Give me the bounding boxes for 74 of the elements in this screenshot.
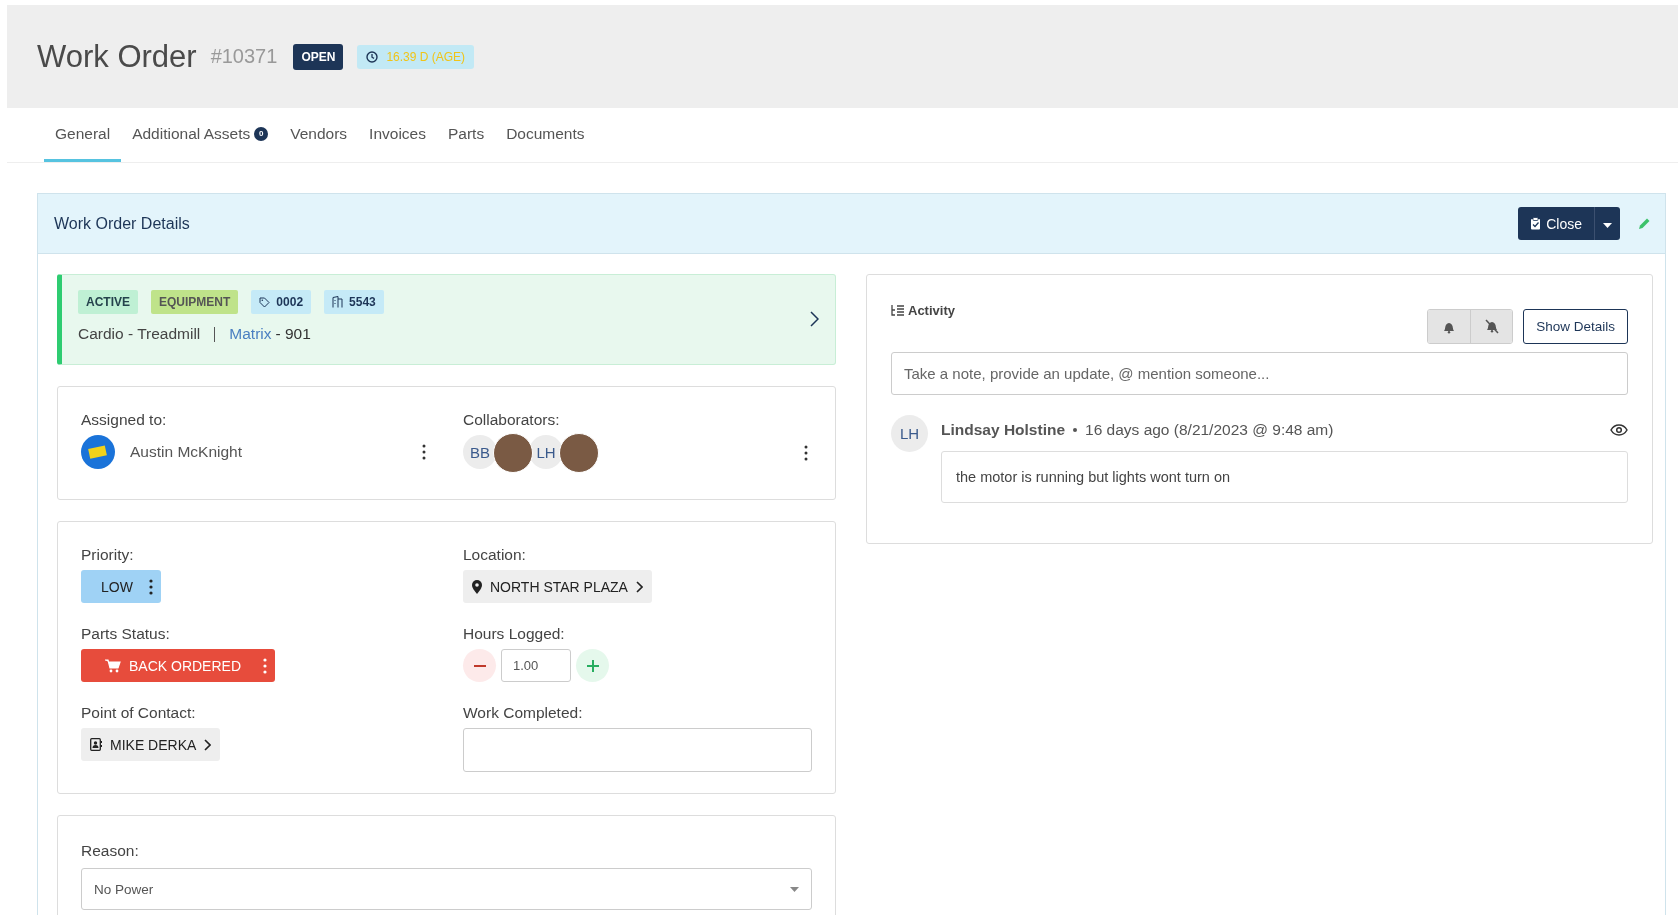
tab[interactable]: Invoices (358, 108, 437, 162)
contact-button[interactable]: MIKE DERKA (81, 728, 221, 761)
more-options-icon (263, 657, 268, 674)
contact-card-icon (90, 738, 102, 751)
chevron-right-icon (635, 580, 643, 593)
location-button[interactable]: NORTH STAR PLAZA (463, 570, 652, 603)
field-label: Assigned to: (81, 411, 168, 429)
panel-title: Work Order Details (54, 214, 191, 233)
tab[interactable]: Documents (495, 108, 596, 162)
field-label: Priority: (81, 546, 135, 564)
collaborator-avatar: LH (529, 435, 563, 469)
asset-tag: 0002 (251, 290, 312, 314)
asset-model: - 901 (275, 325, 311, 343)
increment-button[interactable] (576, 649, 609, 682)
building-icon (332, 296, 344, 308)
timestamp: 16 days ago (8/21/2023 @ 9:48 am) (1085, 421, 1335, 439)
parts-status-button[interactable]: BACK ORDERED (81, 649, 276, 682)
field-label: Reason: (81, 842, 140, 860)
age-badge: 16.39 D (AGE) (357, 44, 475, 69)
bell-off-icon[interactable] (1470, 310, 1513, 343)
field-label: Work Completed: (463, 704, 584, 722)
tab[interactable]: General (44, 108, 122, 162)
eye-icon[interactable] (1610, 424, 1628, 436)
activity-note: the motor is running but lights wont turn on (941, 451, 1628, 503)
asset-name: Cardio - Treadmill (78, 325, 201, 343)
field-label: Location: (463, 546, 527, 564)
field-label: Parts Status: (81, 625, 171, 643)
field-label: Collaborators: (463, 411, 561, 429)
plus-icon (586, 659, 599, 672)
work-order-number: #10371 (210, 45, 278, 68)
chevron-right-icon (810, 311, 819, 327)
photo-placeholder (559, 433, 599, 473)
brand-link[interactable]: Matrix (229, 325, 272, 343)
avatar-icon (81, 435, 115, 469)
tab[interactable]: Vendors (279, 108, 359, 162)
hours-input[interactable]: 1.00 (501, 649, 571, 682)
tab[interactable]: Additional Assets 0 (121, 108, 280, 162)
asset-card[interactable]: ACTIVE EQUIPMENT 0002 5543 Cardio - Treadmill Matrix - 901 (57, 274, 836, 365)
tag-icon (259, 296, 271, 308)
chevron-right-icon (204, 738, 212, 751)
asset-tag: ACTIVE (78, 290, 138, 314)
map-pin-icon (472, 579, 482, 594)
caret-icon (1603, 223, 1612, 228)
count-badge: 0 (254, 126, 269, 141)
author-name: Lindsay Holstine (941, 421, 1066, 439)
dropdown-toggle[interactable] (1594, 207, 1620, 240)
cart-icon (105, 658, 121, 673)
list-icon (891, 305, 904, 316)
status-badge: OPEN (293, 43, 344, 70)
clock-icon (366, 50, 379, 63)
reason-select[interactable]: No Power (81, 868, 812, 910)
field-label: Point of Contact: (81, 704, 197, 722)
asset-tag: 5543 (324, 290, 384, 314)
note-input[interactable]: Take a note, provide an update, @ mention someone... (891, 352, 1628, 395)
asset-tag: EQUIPMENT (151, 290, 239, 314)
close-button[interactable]: Close (1518, 207, 1594, 240)
more-options-icon (148, 578, 153, 595)
page-title: Work Order (37, 38, 197, 75)
clipboard-check-icon (1530, 217, 1542, 230)
priority-button[interactable]: LOW (81, 570, 161, 603)
caret-icon (790, 886, 799, 892)
show-details-button[interactable]: Show Details (1523, 309, 1628, 344)
tab[interactable]: Parts (436, 108, 496, 162)
field-label: Hours Logged: (463, 625, 566, 643)
author-avatar: LH (891, 415, 928, 452)
activity-title: Activity (908, 303, 955, 318)
minus-icon (473, 664, 486, 667)
decrement-button[interactable] (463, 649, 496, 682)
collaborator-avatar: BB (463, 435, 497, 469)
bell-icon[interactable] (1428, 310, 1471, 343)
assignee-name: Austin McKnight (130, 443, 243, 461)
photo-placeholder (493, 433, 533, 473)
work-completed-field[interactable] (463, 728, 812, 772)
separator-dot (1073, 428, 1078, 432)
